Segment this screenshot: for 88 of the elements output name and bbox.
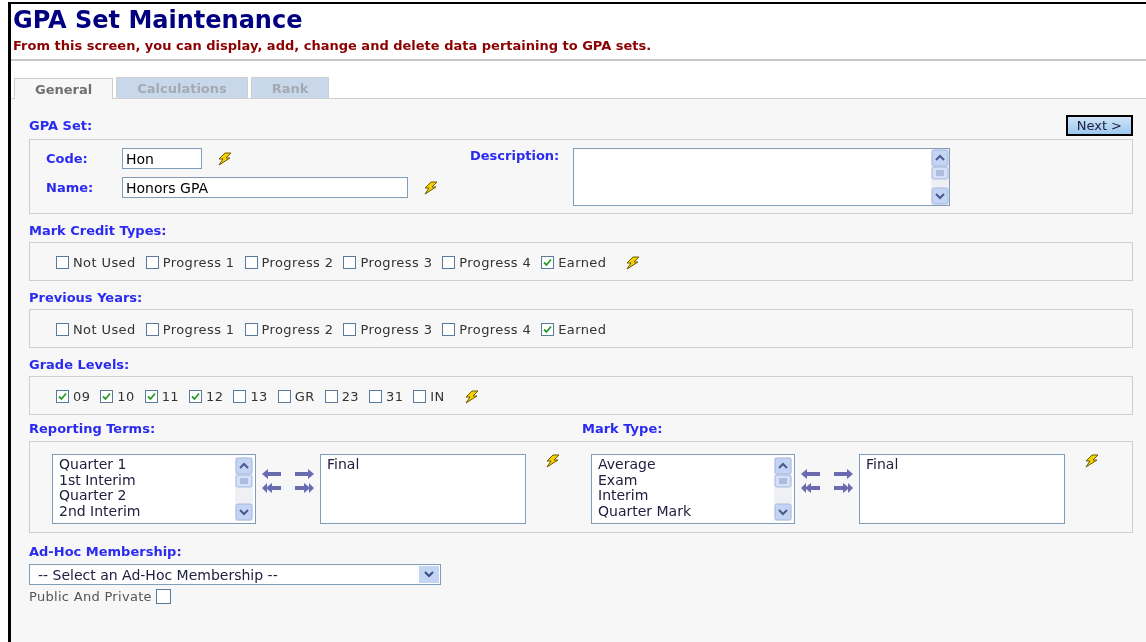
checkbox[interactable] xyxy=(244,256,258,269)
list-option[interactable]: Final xyxy=(866,457,899,473)
next-button[interactable]: Next > xyxy=(1065,115,1133,136)
page-title: GPA Set Maintenance xyxy=(12,5,304,34)
checkbox-label: Progress 4 xyxy=(459,255,532,270)
list-option[interactable]: Quarter 2 xyxy=(59,488,141,504)
checkbox-label: Not Used xyxy=(73,255,136,270)
checkbox[interactable] xyxy=(56,256,69,269)
field-label: Code: xyxy=(46,151,89,166)
checkbox[interactable] xyxy=(442,323,456,336)
name-input[interactable]: Honors GPA xyxy=(122,177,408,198)
checkbox-label: 13 xyxy=(250,389,268,404)
list-box[interactable]: Quarter 1 1st Interim Quarter 2 2nd Interim xyxy=(52,454,256,524)
checkbox[interactable] xyxy=(541,323,555,336)
section-heading: Mark Type: xyxy=(582,421,664,436)
double-left-arrow-button[interactable] xyxy=(261,482,283,496)
list-box[interactable]: Average Exam Interim Quarter Mark xyxy=(591,454,795,524)
list-option[interactable]: Exam xyxy=(598,472,692,488)
checkbox[interactable] xyxy=(369,390,382,403)
right-arrow-button[interactable] xyxy=(293,468,315,482)
checkbox[interactable] xyxy=(413,390,427,403)
checkbox[interactable] xyxy=(189,390,203,403)
section-heading: Ad-Hoc Membership: xyxy=(29,544,182,559)
section-heading: Reporting Terms: xyxy=(29,421,157,436)
dropdown[interactable]: -- Select an Ad-Hoc Membership -- xyxy=(29,564,441,585)
checkbox-label: Progress 1 xyxy=(162,322,235,337)
section-heading: GPA Set: xyxy=(29,118,93,133)
checkbox-label: Progress 4 xyxy=(459,322,532,337)
double-right-arrow-button[interactable] xyxy=(832,482,854,496)
checkbox-label: Progress 2 xyxy=(261,255,334,270)
section-heading: Grade Levels: xyxy=(29,357,130,372)
checkbox-label: Earned xyxy=(558,255,607,270)
left-arrow-button[interactable] xyxy=(261,468,283,482)
list-option[interactable]: 1st Interim xyxy=(59,472,141,488)
scrollbar[interactable] xyxy=(931,149,950,205)
checkbox-label: Progress 3 xyxy=(360,322,433,337)
checkbox[interactable] xyxy=(244,323,258,336)
section-heading: Previous Years: xyxy=(29,290,143,305)
checkbox[interactable] xyxy=(442,256,456,269)
checkbox[interactable] xyxy=(277,390,291,403)
checkbox-label: Not Used xyxy=(73,322,136,337)
caret-icon xyxy=(419,566,439,583)
field-label: Name: xyxy=(46,180,95,195)
list-option[interactable]: 2nd Interim xyxy=(59,503,141,519)
checkbox[interactable] xyxy=(56,323,69,336)
checkbox-label: IN xyxy=(430,389,445,404)
checkbox[interactable] xyxy=(145,323,159,336)
tab[interactable]: General xyxy=(14,78,114,99)
checkbox-label: GR xyxy=(294,389,315,404)
section-heading: Mark Credit Types: xyxy=(29,223,167,238)
checkbox[interactable] xyxy=(144,390,158,403)
checkbox-label: 10 xyxy=(117,389,135,404)
checkbox[interactable] xyxy=(56,390,69,403)
list-option[interactable]: Interim xyxy=(598,488,692,504)
checkbox-label: Progress 1 xyxy=(162,255,235,270)
list-option[interactable]: Quarter 1 xyxy=(59,457,141,473)
list-option[interactable]: Average xyxy=(598,457,692,473)
checkbox[interactable] xyxy=(155,589,171,604)
checkbox-label: Earned xyxy=(558,322,607,337)
checkbox[interactable] xyxy=(324,390,338,403)
checkbox-label: Public And Private xyxy=(29,589,152,604)
checkbox-label: 31 xyxy=(386,389,404,404)
checkbox[interactable] xyxy=(541,256,555,269)
checkbox-label: 11 xyxy=(161,389,180,404)
code-input[interactable]: Hon xyxy=(122,148,202,169)
left-arrow-button[interactable] xyxy=(800,468,822,482)
page-description: From this screen, you can display, add, change and delete data pertaining to GPA sets. xyxy=(12,37,653,53)
list-option[interactable]: Quarter Mark xyxy=(598,503,692,519)
checkbox[interactable] xyxy=(343,256,357,269)
right-arrow-button[interactable] xyxy=(832,468,854,482)
checkbox[interactable] xyxy=(100,390,114,403)
description-textarea[interactable] xyxy=(573,148,951,206)
scrollbar[interactable] xyxy=(235,457,253,521)
list-box[interactable]: Final xyxy=(320,454,526,524)
checkbox-label: 23 xyxy=(341,389,359,404)
double-left-arrow-button[interactable] xyxy=(800,482,822,496)
checkbox-label: 12 xyxy=(206,389,224,404)
scrollbar[interactable] xyxy=(774,457,792,521)
field-label: Description: xyxy=(470,148,560,165)
checkbox-label: 09 xyxy=(73,389,91,404)
checkbox-label: Progress 3 xyxy=(360,255,433,270)
checkbox[interactable] xyxy=(343,323,357,336)
list-box[interactable]: Final xyxy=(859,454,1065,524)
checkbox-label: Progress 2 xyxy=(261,322,334,337)
double-right-arrow-button[interactable] xyxy=(293,482,315,496)
checkbox[interactable] xyxy=(145,256,159,269)
checkbox[interactable] xyxy=(233,390,247,403)
list-option[interactable]: Final xyxy=(327,457,360,473)
